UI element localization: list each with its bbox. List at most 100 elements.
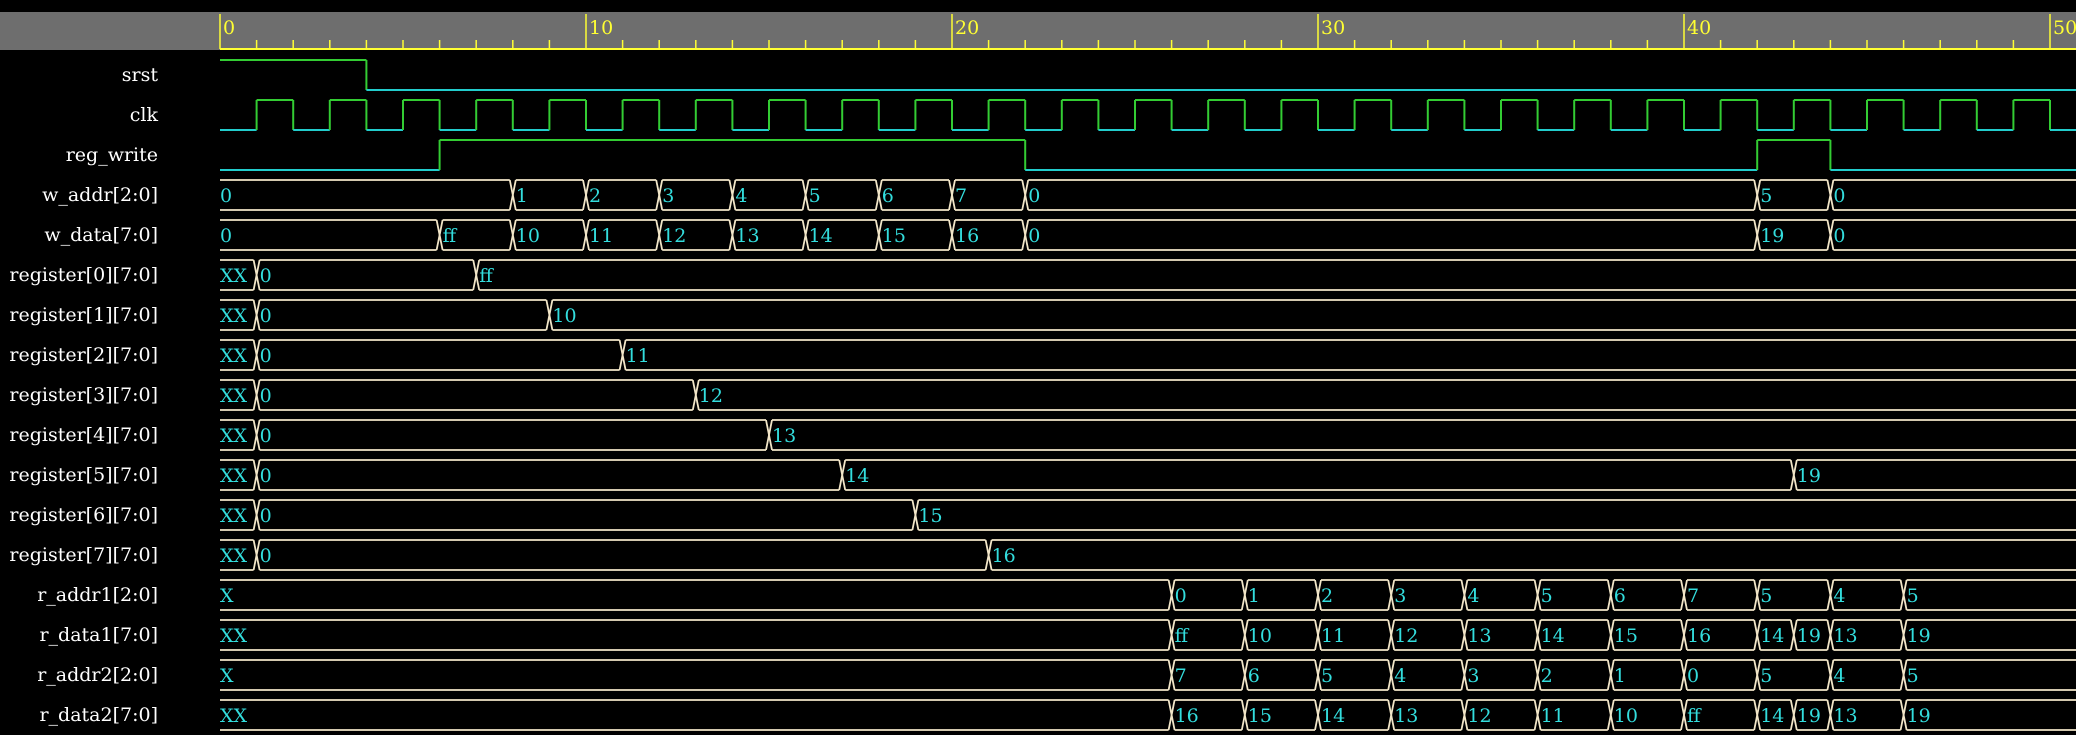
bus-value-label: 0: [260, 305, 272, 327]
bus-value-label: 4: [1467, 585, 1479, 607]
bus-value-label: 10: [516, 225, 540, 247]
bus-value-label: X: [220, 585, 234, 607]
bus-value-label: 12: [662, 225, 686, 247]
waveform-canvas[interactable]: 0 10 20 30 40 500 1 2 3 4 5 6 7 0 5 00 ff 10 11 12 13 14 15 16 0…: [0, 0, 2076, 735]
bus-value-label: 1: [1248, 585, 1260, 607]
bus-value-label: 15: [918, 505, 942, 527]
bus-value-label: 14: [845, 465, 869, 487]
bus-value-label: XX: [220, 265, 248, 287]
ruler-tick-label: 10: [589, 17, 613, 39]
bus-value-label: 5: [1907, 585, 1919, 607]
ruler-tick-label: 30: [1321, 17, 1345, 39]
bus-value-label: 5: [1541, 585, 1553, 607]
bus-value-label: 0: [1028, 225, 1040, 247]
bus-value-label: 0: [1833, 225, 1845, 247]
bus-value-label: 0: [220, 185, 232, 207]
bus-value-label: XX: [220, 505, 248, 527]
bus-value-label: 4: [1833, 585, 1845, 607]
bus-value-label: 12: [699, 385, 723, 407]
bus-value-label: 5: [809, 185, 821, 207]
bus-value-label: XX: [220, 425, 248, 447]
bus-value-label: 0: [1175, 585, 1187, 607]
bus-value-label: 3: [1394, 585, 1406, 607]
bus-value-label: 0: [1833, 185, 1845, 207]
bus-value-label: 6: [1248, 665, 1260, 687]
bus-value-label: 10: [1614, 705, 1638, 727]
bus-value-label: 4: [1833, 665, 1845, 687]
bus-value-label: XX: [220, 385, 248, 407]
bus-value-label: 1: [1614, 665, 1626, 687]
bus-value-label: XX: [220, 705, 248, 727]
bus-value-label: 13: [1394, 705, 1418, 727]
bus-value-label: 13: [1467, 625, 1491, 647]
bus-value-label: 12: [1467, 705, 1491, 727]
bus-value-label: 15: [1614, 625, 1638, 647]
bus-value-label: ff: [479, 265, 494, 287]
bus-value-label: 14: [1760, 625, 1784, 647]
bus-value-label: 16: [1175, 705, 1199, 727]
bus-value-label: 0: [260, 425, 272, 447]
bus-value-label: 13: [735, 225, 759, 247]
bus-value-label: 0: [260, 545, 272, 567]
bus-value-label: 3: [662, 185, 674, 207]
bus-value-label: 0: [260, 385, 272, 407]
bus-value-label: 5: [1907, 665, 1919, 687]
bus-value-label: 19: [1907, 705, 1931, 727]
bus-value-label: 11: [626, 345, 650, 367]
bus-value-label: 0: [260, 505, 272, 527]
bus-value-label: 11: [1321, 625, 1345, 647]
bus-value-label: 0: [260, 265, 272, 287]
bus-value-label: 3: [1467, 665, 1479, 687]
ruler-tick-label: 40: [1687, 17, 1711, 39]
bus-value-label: 16: [992, 545, 1016, 567]
bus-value-label: 11: [1541, 705, 1565, 727]
bus-value-label: 15: [882, 225, 906, 247]
bus-value-label: 16: [955, 225, 979, 247]
bus-value-label: XX: [220, 625, 248, 647]
bus-value-label: 2: [1321, 585, 1333, 607]
waveform-viewer: srst clk reg_write w_addr[2:0] w_data[7:0] re…: [0, 0, 2076, 735]
bus-value-label: 16: [1687, 625, 1711, 647]
bus-value-label: 13: [772, 425, 796, 447]
bus-value-label: 11: [589, 225, 613, 247]
bus-value-label: 14: [1541, 625, 1565, 647]
bus-value-label: 2: [589, 185, 601, 207]
bus-value-label: 19: [1760, 225, 1784, 247]
bus-value-label: ff: [1687, 705, 1702, 727]
bus-value-label: ff: [443, 225, 458, 247]
bus-value-label: 4: [1394, 665, 1406, 687]
bus-value-label: 15: [1248, 705, 1272, 727]
bus-value-label: XX: [220, 345, 248, 367]
ruler-tick-label: 0: [223, 17, 235, 39]
bus-value-label: 0: [1687, 665, 1699, 687]
bus-value-label: 2: [1541, 665, 1553, 687]
bus-value-label: 14: [1760, 705, 1784, 727]
bus-value-label: 14: [1321, 705, 1345, 727]
bus-value-label: 0: [260, 345, 272, 367]
ruler-tick-label: 20: [955, 17, 979, 39]
bus-value-label: 1: [516, 185, 528, 207]
bus-value-label: 7: [955, 185, 967, 207]
bus-value-label: 19: [1797, 465, 1821, 487]
bus-value-label: ff: [1175, 625, 1190, 647]
ruler-tick-label: 50: [2053, 17, 2076, 39]
bus-value-label: 5: [1760, 585, 1772, 607]
bus-value-label: 6: [882, 185, 894, 207]
bus-value-label: XX: [220, 545, 248, 567]
bus-value-label: 7: [1175, 665, 1187, 687]
bus-value-label: 14: [809, 225, 833, 247]
bus-value-label: 12: [1394, 625, 1418, 647]
bus-value-label: XX: [220, 305, 248, 327]
bus-value-label: 6: [1614, 585, 1626, 607]
bus-value-label: 19: [1907, 625, 1931, 647]
bus-value-label: 5: [1760, 185, 1772, 207]
bus-value-label: 19: [1797, 705, 1821, 727]
bus-value-label: 0: [220, 225, 232, 247]
bus-value-label: 10: [1248, 625, 1272, 647]
bus-value-label: 0: [1028, 185, 1040, 207]
bus-value-label: 5: [1760, 665, 1772, 687]
bus-value-label: 7: [1687, 585, 1699, 607]
bus-value-label: 13: [1833, 705, 1857, 727]
bus-value-label: X: [220, 665, 234, 687]
bus-value-label: 5: [1321, 665, 1333, 687]
